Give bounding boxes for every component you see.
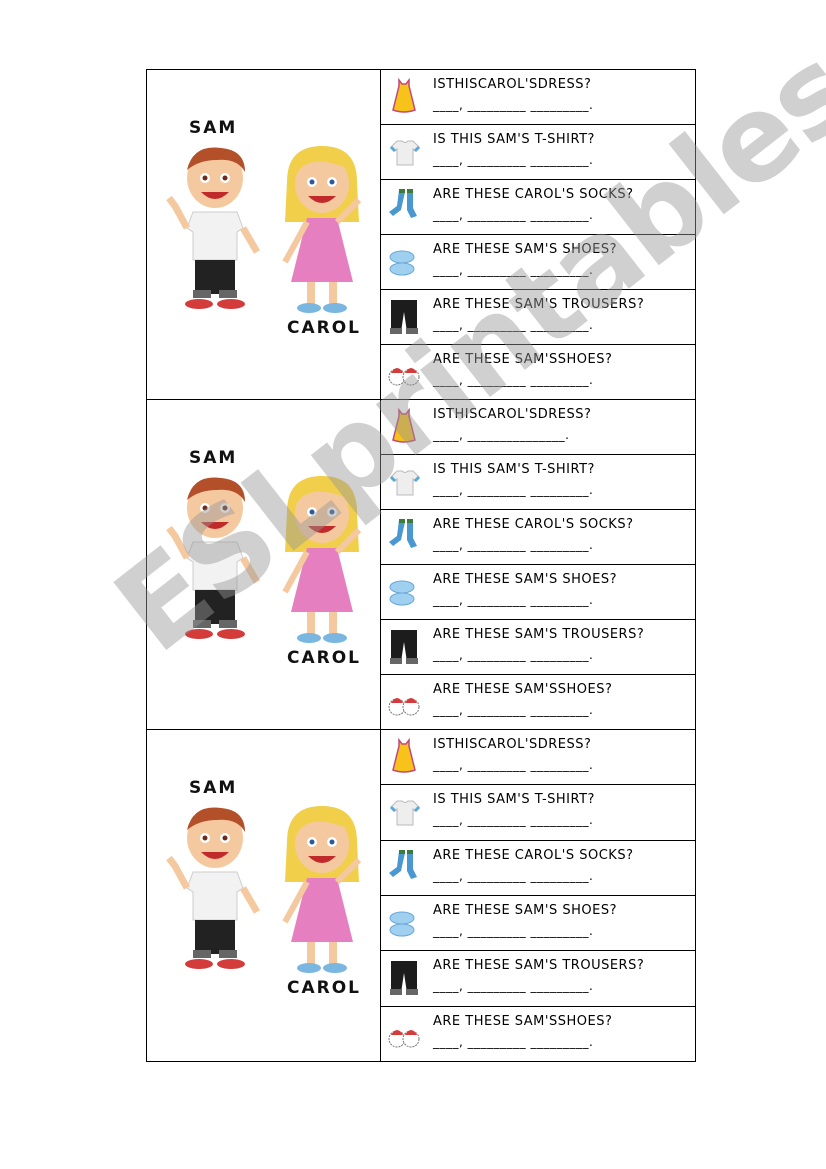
question-text: ARE THESE SAM'S SHOES? <box>433 902 617 918</box>
question-row: IS THIS SAM'S T-SHIRT? ____, _________ __… <box>381 125 695 180</box>
sneakers-icon <box>387 683 421 721</box>
dress-icon <box>387 737 421 776</box>
sneakers-icon <box>387 1015 421 1053</box>
trousers-icon <box>387 959 421 997</box>
blue-shoes-icon <box>387 573 421 611</box>
question-row: ARE THESE SAM'S TROUSERS? ____, _________… <box>381 620 695 675</box>
dress-icon <box>387 77 421 116</box>
sam-name-label: SAM <box>189 448 238 468</box>
answer-blank[interactable]: ____, _________ _________. <box>433 1035 593 1049</box>
socks-icon <box>387 518 421 556</box>
carol-illustration <box>282 806 362 973</box>
question-text: ARE THESE CAROL'S SOCKS? <box>433 847 634 863</box>
questions-panel: ISTHISCAROL'SDRESS? ____, _________ _____… <box>381 730 695 1061</box>
question-text: IS THIS SAM'S T-SHIRT? <box>433 462 595 477</box>
question-row: ISTHISCAROL'SDRESS? ____, _______________… <box>381 400 695 455</box>
question-text: ARE THESE SAM'S SHOES? <box>433 242 617 257</box>
characters-panel: SAM CAROL <box>147 70 381 399</box>
answer-blank[interactable]: ____, _________ _________. <box>433 153 593 167</box>
answer-blank[interactable]: ____, _________ _________. <box>433 703 593 717</box>
question-row: ARE THESE SAM'SSHOES? ____, _________ ___… <box>381 1007 695 1061</box>
answer-blank[interactable]: ____, _________ _________. <box>433 208 593 222</box>
question-text: ARE THESE SAM'SSHOES? <box>433 352 613 367</box>
trousers-icon <box>387 298 421 336</box>
blue-shoes-icon <box>387 243 421 281</box>
carol-name-label: CAROL <box>287 318 362 338</box>
question-row: IS THIS SAM'S T-SHIRT? ____, _________ __… <box>381 785 695 841</box>
question-text: ARE THESE SAM'SSHOES? <box>433 1013 613 1029</box>
question-text: ISTHISCAROL'SDRESS? <box>433 407 592 422</box>
carol-illustration <box>282 146 362 313</box>
answer-blank[interactable]: ____, _________ _________. <box>433 483 593 497</box>
carol-name-label: CAROL <box>287 648 362 668</box>
question-row: ARE THESE SAM'S SHOES? ____, _________ __… <box>381 565 695 620</box>
sam-illustration <box>166 147 261 309</box>
question-text: ARE THESE CAROL'S SOCKS? <box>433 517 634 532</box>
blue-shoes-icon <box>387 904 421 942</box>
answer-blank[interactable]: ____, _________ _________. <box>433 869 593 883</box>
question-row: ARE THESE SAM'S TROUSERS? ____, _________… <box>381 290 695 345</box>
answer-blank[interactable]: ____, _________ _________. <box>433 538 593 552</box>
answer-blank[interactable]: ____, _________ _________. <box>433 979 593 993</box>
carol-illustration <box>282 476 362 643</box>
answer-blank[interactable]: ____, _______________. <box>433 428 569 442</box>
questions-panel: ISTHISCAROL'SDRESS? ____, _______________… <box>381 400 695 729</box>
question-row: ARE THESE CAROL'S SOCKS? ____, _________ … <box>381 841 695 896</box>
sam-illustration <box>166 477 261 639</box>
socks-icon <box>387 849 421 887</box>
question-row: IS THIS SAM'S T-SHIRT? ____, _________ __… <box>381 455 695 510</box>
sam-name-label: SAM <box>189 118 238 138</box>
answer-blank[interactable]: ____, _________ _________. <box>433 758 593 772</box>
answer-blank[interactable]: ____, _________ _________. <box>433 263 593 277</box>
question-row: ISTHISCAROL'SDRESS? ____, _________ _____… <box>381 730 695 786</box>
sam-name-label: SAM <box>189 778 238 798</box>
carol-name-label: CAROL <box>287 978 362 998</box>
question-text: IS THIS SAM'S T-SHIRT? <box>433 792 595 808</box>
question-row: ARE THESE SAM'S SHOES? ____, _________ __… <box>381 235 695 290</box>
question-text: ARE THESE SAM'S TROUSERS? <box>433 627 645 642</box>
tshirt-icon <box>387 133 421 171</box>
sneakers-icon <box>387 353 421 391</box>
question-row: ISTHISCAROL'SDRESS? ____, _________ _____… <box>381 70 695 125</box>
question-row: ARE THESE SAM'S TROUSERS? ____, _________… <box>381 951 695 1007</box>
worksheet-table: SAM CAROL ISTHISCAROL'SDRESS? ____, _______… <box>146 69 696 1062</box>
card-1: SAM CAROL ISTHISCAROL'SDRESS? ____, _______… <box>147 70 695 400</box>
question-text: ARE THESE SAM'S TROUSERS? <box>433 297 645 312</box>
question-text: ARE THESE SAM'S TROUSERS? <box>433 958 645 974</box>
question-row: ARE THESE SAM'S SHOES? ____, _________ __… <box>381 896 695 952</box>
answer-blank[interactable]: ____, _________ _________. <box>433 924 593 938</box>
characters-panel: SAM CAROL <box>147 400 381 729</box>
dress-icon <box>387 407 421 446</box>
answer-blank[interactable]: ____, _________ _________. <box>433 813 593 827</box>
answer-blank[interactable]: ____, _________ _________. <box>433 373 593 387</box>
card-2: SAM CAROL ISTHISCAROL'SDRESS? ____, _______… <box>147 400 695 730</box>
question-text: ARE THESE CAROL'S SOCKS? <box>433 187 634 202</box>
question-text: ARE THESE SAM'S SHOES? <box>433 572 617 587</box>
answer-blank[interactable]: ____, _________ _________. <box>433 648 593 662</box>
card-3: SAM CAROL ISTHISCAROL'SDRESS? ____, _______… <box>147 730 695 1061</box>
answer-blank[interactable]: ____, _________ _________. <box>433 593 593 607</box>
question-text: ISTHISCAROL'SDRESS? <box>433 737 592 752</box>
tshirt-icon <box>387 463 421 501</box>
question-text: IS THIS SAM'S T-SHIRT? <box>433 132 595 147</box>
answer-blank[interactable]: ____, _________ _________. <box>433 98 593 112</box>
question-row: ARE THESE SAM'SSHOES? ____, _________ ___… <box>381 345 695 399</box>
questions-panel: ISTHISCAROL'SDRESS? ____, _________ _____… <box>381 70 695 399</box>
characters-panel: SAM CAROL <box>147 730 381 1061</box>
question-text: ISTHISCAROL'SDRESS? <box>433 77 592 92</box>
question-text: ARE THESE SAM'SSHOES? <box>433 682 613 697</box>
sam-illustration <box>166 807 261 969</box>
tshirt-icon <box>387 793 421 831</box>
question-row: ARE THESE CAROL'S SOCKS? ____, _________ … <box>381 180 695 235</box>
question-row: ARE THESE SAM'SSHOES? ____, _________ ___… <box>381 675 695 729</box>
trousers-icon <box>387 628 421 666</box>
socks-icon <box>387 188 421 226</box>
answer-blank[interactable]: ____, _________ _________. <box>433 318 593 332</box>
question-row: ARE THESE CAROL'S SOCKS? ____, _________ … <box>381 510 695 565</box>
